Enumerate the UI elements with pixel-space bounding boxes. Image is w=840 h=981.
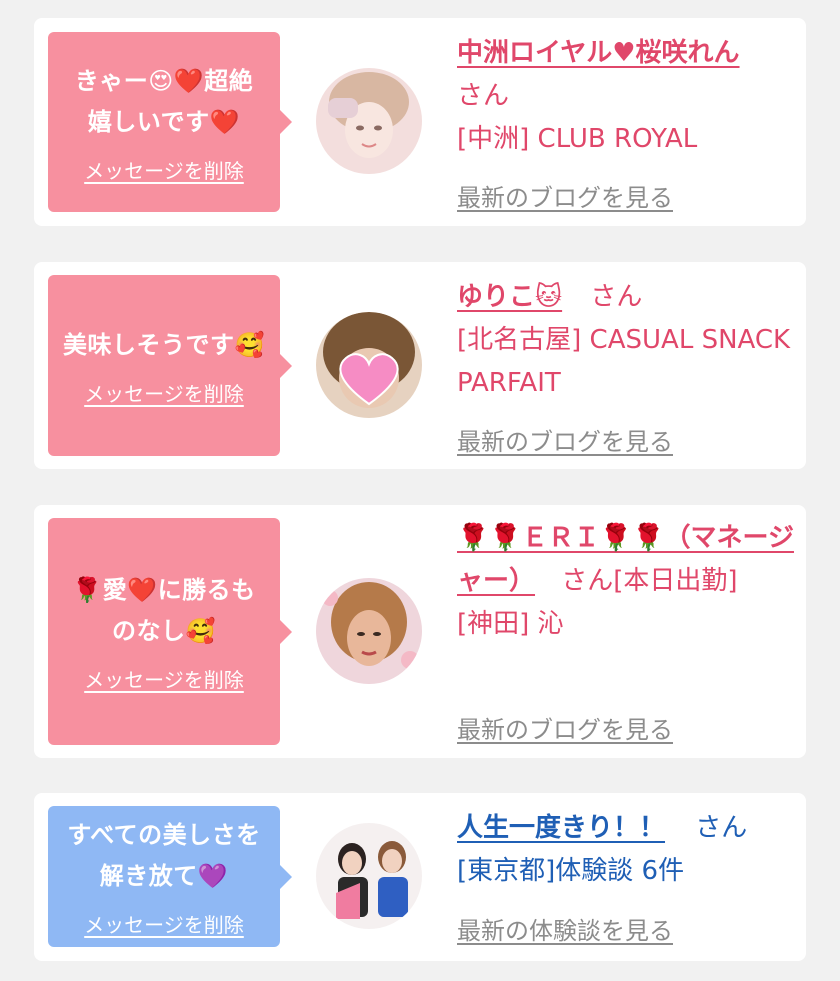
shop-info: [東京都]体験談 6件 xyxy=(457,856,685,886)
message-card: 美味しそうです🥰 メッセージを削除 ゆりこ🐱 さん [北名古屋] CASUAL … xyxy=(34,262,806,469)
avatar-photo-icon xyxy=(316,823,422,929)
delete-message-link[interactable]: メッセージを削除 xyxy=(84,378,244,407)
message-bubble: 🌹愛❤️に勝るも のなし🥰 メッセージを削除 xyxy=(48,518,292,745)
latest-blog-link[interactable]: 最新のブログを見る xyxy=(457,422,673,457)
avatar-photo-icon xyxy=(316,578,422,684)
delete-message-link[interactable]: メッセージを削除 xyxy=(84,664,244,693)
avatar[interactable] xyxy=(316,578,422,684)
sender-name-link[interactable]: 中洲ロイヤル♥桜咲れん xyxy=(457,38,740,68)
honorific: さん[本日出勤] xyxy=(561,566,738,596)
message-text: きゃー😍❤️超絶 嬉しいです❤️ xyxy=(74,66,254,136)
message-card: すべての美しさを 解き放て💜 メッセージを削除 人生一度きり！！ さん [東京都… xyxy=(34,793,806,961)
message-card: 🌹愛❤️に勝るも のなし🥰 メッセージを削除 🌹🌹ＥＲＩ🌹🌹（マネージャー） さ… xyxy=(34,505,806,758)
shop-info: [北名古屋] CASUAL SNACK PARFAIT xyxy=(457,325,791,398)
sender-info: ゆりこ🐱 さん [北名古屋] CASUAL SNACK PARFAIT xyxy=(457,276,797,405)
latest-blog-link[interactable]: 最新のブログを見る xyxy=(457,178,673,213)
latest-blog-link[interactable]: 最新のブログを見る xyxy=(457,710,673,745)
avatar[interactable] xyxy=(316,823,422,929)
honorific: さん xyxy=(590,282,643,312)
avatar[interactable] xyxy=(316,312,422,418)
shop-info: [中洲] CLUB ROYAL xyxy=(457,124,698,154)
message-card: きゃー😍❤️超絶 嬉しいです❤️ メッセージを削除 中洲ロイヤル♥桜咲れん さん… xyxy=(34,18,806,226)
message-text: 美味しそうです🥰 xyxy=(63,330,265,359)
sender-name-link[interactable]: ゆりこ🐱 xyxy=(457,282,562,312)
message-bubble: きゃー😍❤️超絶 嬉しいです❤️ メッセージを削除 xyxy=(48,32,292,212)
message-text: すべての美しさを 解き放て💜 xyxy=(67,821,261,890)
message-text: 🌹愛❤️に勝るも のなし🥰 xyxy=(72,576,256,645)
delete-message-link[interactable]: メッセージを削除 xyxy=(84,909,244,938)
sender-name-link[interactable]: 人生一度きり！！ xyxy=(457,813,665,843)
sender-info: 🌹🌹ＥＲＩ🌹🌹（マネージャー） さん[本日出勤] [神田] 沁 xyxy=(457,517,805,646)
honorific: さん xyxy=(457,81,510,111)
avatar-photo-icon xyxy=(316,68,422,174)
shop-info: [神田] 沁 xyxy=(457,609,564,639)
latest-review-link[interactable]: 最新の体験談を見る xyxy=(457,911,673,946)
honorific: さん xyxy=(695,813,748,843)
avatar-photo-icon xyxy=(316,312,422,418)
message-bubble: 美味しそうです🥰 メッセージを削除 xyxy=(48,275,292,456)
message-bubble: すべての美しさを 解き放て💜 メッセージを削除 xyxy=(48,806,292,947)
sender-info: 中洲ロイヤル♥桜咲れん さん [中洲] CLUB ROYAL xyxy=(457,32,797,161)
delete-message-link[interactable]: メッセージを削除 xyxy=(84,155,244,184)
avatar[interactable] xyxy=(316,68,422,174)
message-list: きゃー😍❤️超絶 嬉しいです❤️ メッセージを削除 中洲ロイヤル♥桜咲れん さん… xyxy=(0,0,840,981)
sender-info: 人生一度きり！！ さん [東京都]体験談 6件 xyxy=(457,807,797,893)
